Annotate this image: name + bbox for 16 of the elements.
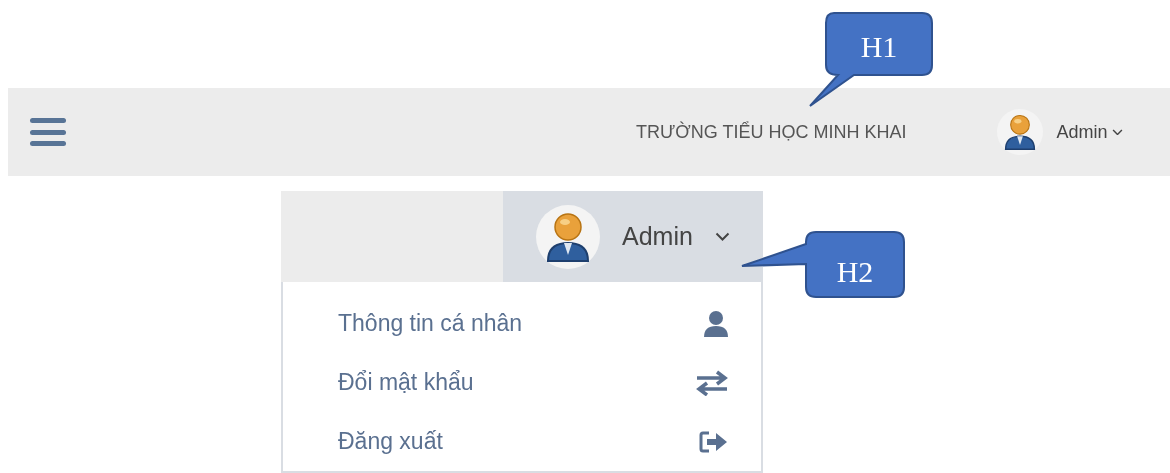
callout-label: H1 xyxy=(859,29,899,65)
menu-item[interactable]: Đăng xuất xyxy=(283,412,761,471)
user-menu-button[interactable]: Admin xyxy=(1056,118,1123,146)
user-icon xyxy=(703,309,729,338)
avatar-icon xyxy=(997,109,1044,155)
caret-icon xyxy=(714,232,730,241)
caret-icon xyxy=(1111,128,1123,136)
callout-label: H2 xyxy=(835,254,875,290)
menu-icon[interactable] xyxy=(30,117,66,147)
swap-arrows-icon xyxy=(695,369,729,396)
menu-item[interactable]: Thông tin cá nhân xyxy=(283,294,761,353)
user-menu-button[interactable]: Admin xyxy=(503,191,763,282)
school-title: TRƯỜNG TIỂU HỌC MINH KHAI xyxy=(636,120,907,144)
logout-icon xyxy=(699,429,729,454)
menu-item[interactable]: Đổi mật khẩu xyxy=(283,353,761,412)
avatar-icon xyxy=(536,204,600,269)
